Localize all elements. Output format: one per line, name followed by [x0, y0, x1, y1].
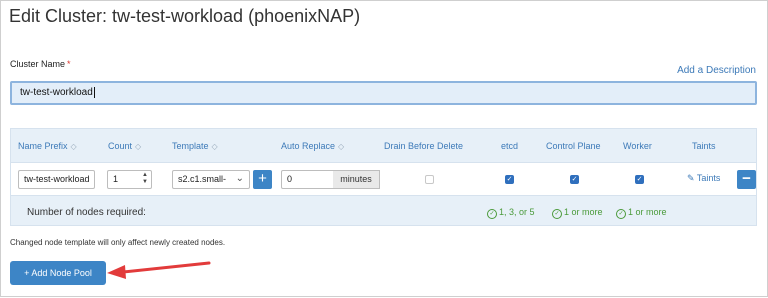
annotation-arrow	[107, 261, 211, 279]
